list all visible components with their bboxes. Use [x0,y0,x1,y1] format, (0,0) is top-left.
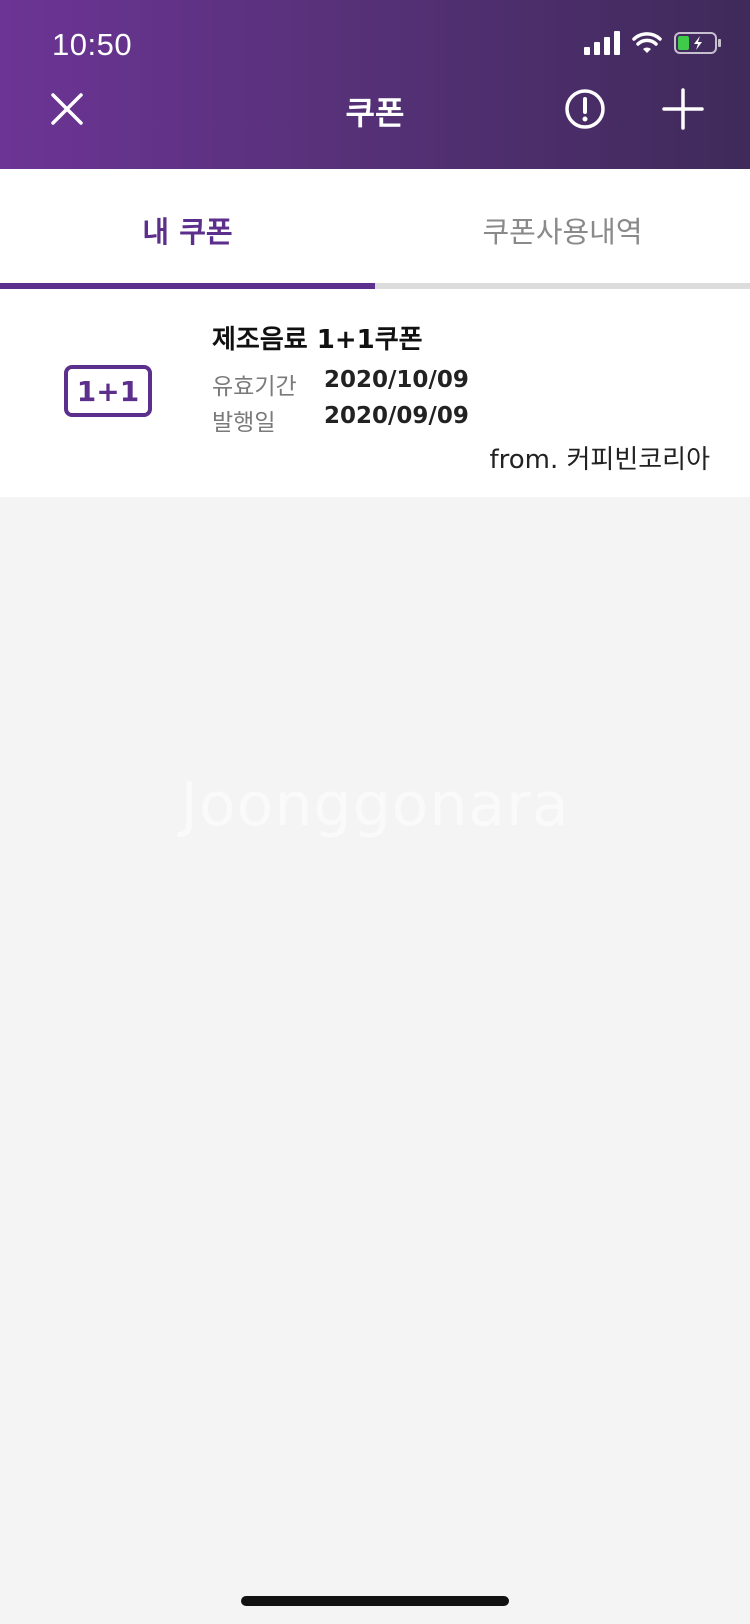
info-icon [565,89,605,129]
watermark: Joonggonara [180,770,570,840]
coupon-from: from. 커피빈코리아 [489,445,710,475]
tab-usage-history[interactable]: 쿠폰사용내역 [375,169,750,289]
coupon-expire-row: 유효기간 2020/10/09 [212,367,469,401]
tab-my-coupons-label: 내 쿠폰 [142,215,233,249]
coupon-card[interactable]: 1+1 제조음료 1+1쿠폰 유효기간 2020/10/09 발행일 2020/… [0,289,750,497]
coupon-title: 제조음료 1+1쿠폰 [212,325,423,355]
page-title: 쿠폰 [345,94,405,132]
coupon-expire-label: 유효기간 [212,374,297,400]
home-indicator[interactable] [241,1596,509,1606]
add-coupon-button[interactable] [658,84,708,134]
status-icons [584,30,722,60]
plus-icon [662,88,704,130]
status-time: 10:50 [52,27,133,62]
tab-usage-history-label: 쿠폰사용내역 [482,215,643,249]
coupon-issue-value: 2020/09/09 [324,403,469,429]
coupon-issue-row: 발행일 2020/09/09 [212,403,469,437]
signal-icon [584,31,620,59]
tab-my-coupons[interactable]: 내 쿠폰 [0,169,375,289]
app-header: 10:50 쿠폰 [0,0,750,169]
tab-bar: 내 쿠폰 쿠폰사용내역 [0,169,750,289]
wifi-icon [632,31,662,59]
battery-icon [674,31,722,59]
coupon-issue-label: 발행일 [212,410,276,436]
coupon-badge-icon: 1+1 [64,365,152,417]
info-button[interactable] [560,84,610,134]
coupon-expire-value: 2020/10/09 [324,367,469,393]
